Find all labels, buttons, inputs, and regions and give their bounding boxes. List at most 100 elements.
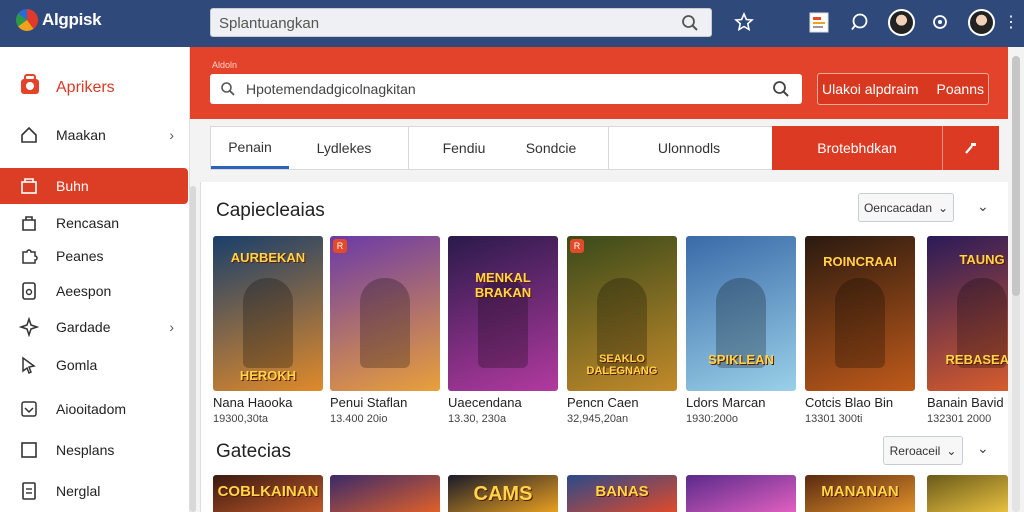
sidebar-item-label: Nerglal — [56, 483, 101, 499]
sidebar-item-gomla[interactable]: Gomla — [0, 347, 188, 383]
game-card[interactable]: R SEAKLO DALEGNANG Pencn Caen 32,945,20a… — [567, 236, 677, 425]
tab-label: Fendiu — [442, 140, 486, 156]
sidebar-item-peanes[interactable]: Peanes — [0, 238, 188, 274]
game-card[interactable]: COBLKAINAN — [213, 475, 323, 512]
game-art[interactable]: MENKAL BRAKAN — [448, 236, 558, 391]
chevron-down-icon: ⌄ — [938, 200, 949, 215]
tab-penain[interactable]: Penain — [211, 127, 289, 169]
game-art[interactable]: R SEAKLO DALEGNANG — [567, 236, 677, 391]
chat-icon[interactable] — [848, 8, 870, 36]
game-meta: 13301 300ti — [805, 413, 863, 425]
settings-icon[interactable] — [929, 8, 951, 36]
game-name: Uaecendana — [448, 395, 522, 410]
square-icon — [18, 439, 40, 461]
tab-label: Ulonnodls — [657, 140, 721, 156]
sidebar-item-label: Buhn — [56, 178, 89, 194]
section-title-1: Capiecleaias — [216, 200, 325, 221]
game-name: Penui Staflan — [330, 395, 408, 410]
sidebar-item-maakan[interactable]: Maakan › — [0, 117, 188, 153]
game-card[interactable]: AURBEKAN HEROKH Nana Haooka 19300,30ta — [213, 236, 323, 425]
tab-action-group: Brotebhdkan — [772, 126, 999, 170]
sidebar-item-label: Aiooitadom — [56, 401, 127, 417]
chevron-right-icon: › — [169, 127, 174, 143]
tab-lydlekes[interactable]: Lydlekes — [289, 127, 399, 169]
game-meta: 32,945,20an — [567, 413, 629, 425]
banner-search-input[interactable]: Hpotemendadgicolnagkitan — [210, 74, 802, 104]
download-icon — [18, 398, 40, 420]
sidebar-item-label: Peanes — [56, 248, 104, 264]
art-subtitle: SEAKLO DALEGNANG — [586, 353, 658, 377]
sidebar-item-label: Nesplans — [56, 442, 115, 458]
more-icon[interactable]: ⋮ — [1003, 8, 1019, 36]
content-scrollbar[interactable] — [190, 186, 196, 512]
sidebar-item-aeespon[interactable]: Aeespon — [0, 273, 188, 309]
art-title: MANANAN — [821, 483, 899, 500]
sidebar-item-nerglal[interactable]: Nerglal — [0, 473, 188, 509]
game-card[interactable] — [686, 475, 796, 512]
page-scroll-thumb[interactable] — [1012, 56, 1020, 296]
game-card[interactable] — [927, 475, 1008, 512]
app-logo[interactable]: Algpisk — [16, 9, 102, 31]
game-art[interactable]: ROINCRAAI — [805, 236, 915, 391]
sidebar-item-aiooitadom[interactable]: Aiooitadom — [0, 391, 188, 427]
search-icon[interactable] — [681, 14, 699, 37]
section2-sort-dropdown[interactable]: Reroaceil ⌄ — [883, 436, 963, 465]
game-art[interactable]: SPIKLEAN — [686, 236, 796, 391]
profile-avatar[interactable] — [966, 8, 996, 36]
banner-caption: Aldoln — [212, 60, 238, 70]
logo-icon — [16, 9, 38, 31]
sidebar-item-nesplans[interactable]: Nesplans — [0, 432, 188, 468]
search-submit-icon[interactable] — [772, 80, 790, 103]
art-title: ROINCRAAI — [823, 254, 897, 269]
sidebar-item-gardade[interactable]: Gardade › — [0, 309, 188, 345]
tab-action-button[interactable]: Brotebhdkan — [772, 126, 942, 170]
art-subtitle: REBASEAN — [945, 352, 1008, 367]
game-art[interactable]: TAUNG REBASEAN — [927, 236, 1008, 391]
game-card[interactable]: R Penui Staflan 13.400 20io — [330, 236, 440, 425]
sidebar-item-label: Gardade — [56, 319, 111, 335]
tab-sondcie[interactable]: Sondcie — [491, 127, 611, 169]
game-meta: 19300,30ta — [213, 413, 269, 425]
bag-icon — [18, 212, 40, 234]
chevron-right-icon: › — [169, 319, 174, 335]
section-title-2: Gatecias — [216, 441, 291, 462]
game-card[interactable]: MENKAL BRAKAN Uaecendana 13.30, 230a — [448, 236, 558, 425]
game-card[interactable]: MANANAN — [805, 475, 915, 512]
game-art[interactable]: R — [330, 236, 440, 391]
star-icon — [18, 316, 40, 338]
game-card[interactable]: BANAS — [567, 475, 677, 512]
game-card[interactable] — [330, 475, 440, 512]
star-icon[interactable] — [733, 8, 755, 36]
sidebar-item-rencasan[interactable]: Rencasan — [0, 205, 188, 241]
banner-button-left-label: Ulakoi alpdraim — [822, 81, 919, 97]
game-name: Ldors Marcan — [686, 395, 766, 410]
top-search-input[interactable]: Splantuangkan — [210, 8, 712, 37]
art-subtitle: HEROKH — [239, 368, 297, 383]
sidebar-item-buhn[interactable]: Buhn — [0, 168, 188, 204]
art-title: MENKAL BRAKAN — [474, 270, 532, 300]
tab-ulonnodls[interactable]: Ulonnodls — [609, 127, 769, 169]
section1-sort-dropdown[interactable]: Oencacadan ⌄ — [858, 193, 954, 222]
tab-bar: Penain Lydlekes Fendiu Sondcie Ulonnodls… — [210, 126, 999, 170]
tab-action-label: Brotebhdkan — [817, 140, 897, 156]
game-card[interactable]: TAUNG REBASEAN Banain Bavid 132301 2000 — [927, 236, 1008, 425]
game-card[interactable]: SPIKLEAN Ldors Marcan 1930:200o — [686, 236, 796, 425]
sidebar-brand[interactable]: Aprikers — [18, 73, 115, 102]
game-name: Cotcis Blao Bin — [805, 395, 894, 410]
art-title: AURBEKAN — [230, 250, 306, 265]
banner-search-text: Hpotemendadgicolnagkitan — [246, 81, 416, 97]
expand-chevron-icon[interactable]: ⌄ — [977, 440, 989, 457]
badge-icon: R — [333, 239, 347, 253]
document-icon — [18, 480, 40, 502]
cursor-icon — [18, 354, 40, 376]
game-card[interactable]: ROINCRAAI Cotcis Blao Bin 13301 300ti — [805, 236, 915, 425]
expand-chevron-icon[interactable]: ⌄ — [977, 198, 989, 215]
game-name: Banain Bavid — [927, 395, 1004, 410]
game-art[interactable]: AURBEKAN HEROKH — [213, 236, 323, 391]
hammer-icon[interactable] — [943, 126, 999, 170]
game-meta: 132301 2000 — [927, 413, 992, 425]
banner-action-button[interactable]: Ulakoi alpdraim Poanns — [817, 73, 989, 105]
avatar[interactable] — [886, 8, 916, 36]
game-card[interactable]: CAMS — [448, 475, 558, 512]
calendar-icon[interactable] — [808, 8, 830, 36]
